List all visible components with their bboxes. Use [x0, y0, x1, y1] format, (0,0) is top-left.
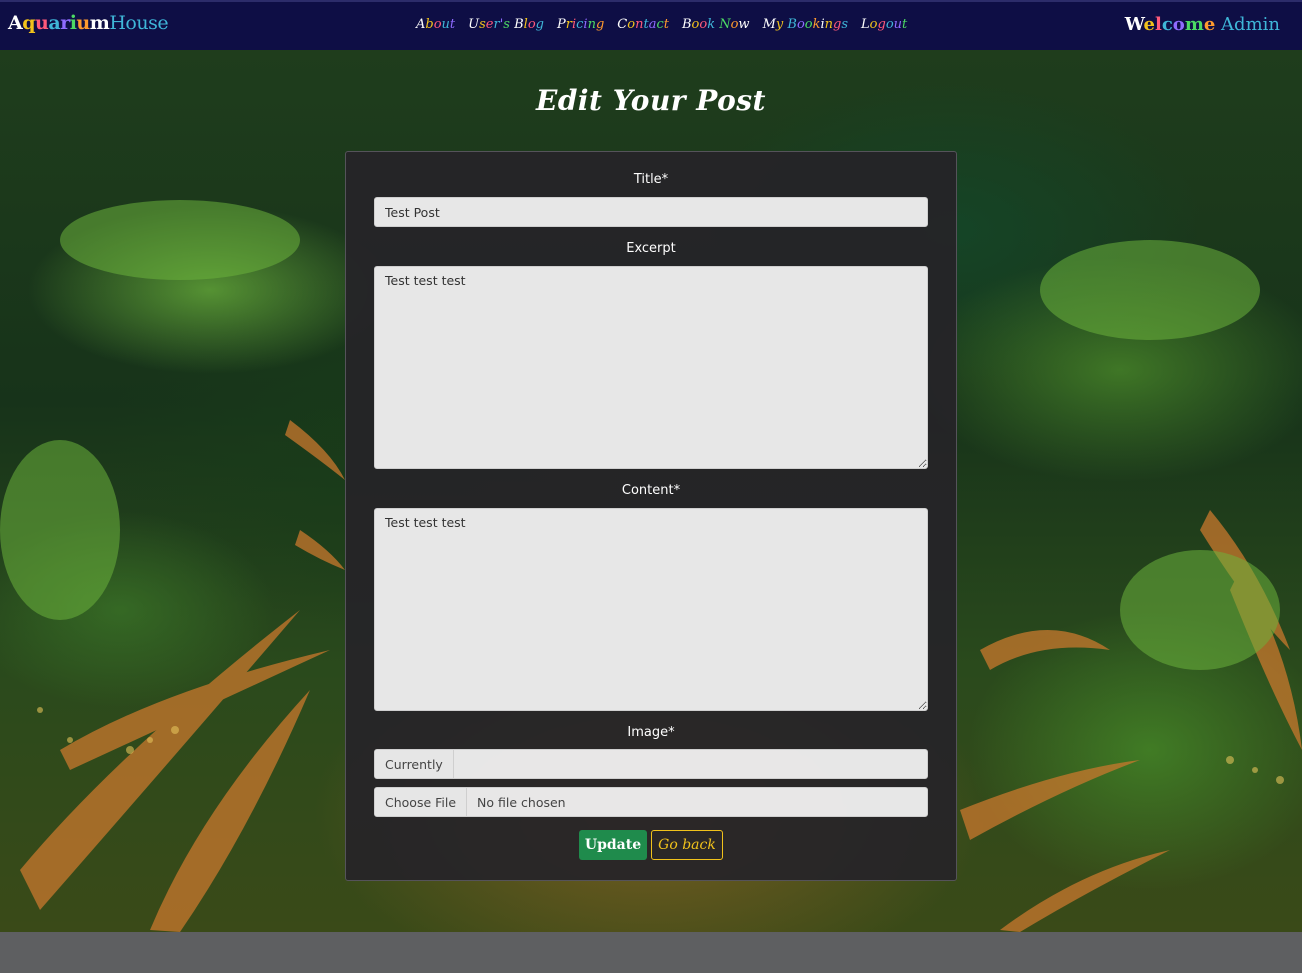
- go-back-button[interactable]: Go back: [651, 830, 723, 860]
- excerpt-label: Excerpt: [626, 241, 676, 256]
- excerpt-textarea[interactable]: Test test test: [374, 266, 928, 469]
- welcome-username: Admin: [1221, 14, 1280, 35]
- update-button[interactable]: Update: [579, 830, 647, 860]
- nav-link-logout[interactable]: Logout: [861, 17, 907, 32]
- brand-logo[interactable]: AquariumHouse: [8, 12, 169, 34]
- welcome-greeting: Welcome Admin: [1125, 14, 1280, 35]
- choose-file-button[interactable]: Choose File: [375, 788, 468, 816]
- nav-link-pricing[interactable]: Pricing: [557, 17, 604, 32]
- file-input-group[interactable]: Choose File No file chosen: [374, 787, 928, 817]
- current-image-link[interactable]: [454, 750, 927, 778]
- current-image-group: Currently: [374, 749, 928, 779]
- content-label: Content*: [621, 483, 681, 498]
- nav-link-book-now[interactable]: Book Now: [682, 17, 750, 32]
- welcome-label: Welcome: [1124, 14, 1216, 35]
- top-navbar: AquariumHouse About User's Blog Pricing …: [0, 0, 1302, 50]
- brand-name-colored: Aquarium: [8, 12, 110, 34]
- nav-link-about[interactable]: About: [416, 17, 455, 32]
- currently-addon: Currently: [375, 750, 454, 778]
- file-status-text: No file chosen: [477, 794, 566, 810]
- page-title: Edit Your Post: [535, 84, 766, 117]
- content-textarea[interactable]: Test test test: [374, 508, 928, 711]
- image-label: Image*: [627, 725, 675, 740]
- nav-links: About User's Blog Pricing Contact Book N…: [416, 17, 907, 32]
- title-input[interactable]: [374, 197, 928, 227]
- title-label: Title*: [633, 172, 669, 187]
- brand-name-house: House: [109, 12, 169, 34]
- nav-link-users-blog[interactable]: User's Blog: [468, 17, 544, 32]
- edit-post-form: Title* Excerpt Test test test Content* T…: [345, 151, 957, 881]
- nav-link-my-bookings[interactable]: My Bookings: [763, 17, 848, 32]
- nav-link-contact[interactable]: Contact: [617, 17, 669, 32]
